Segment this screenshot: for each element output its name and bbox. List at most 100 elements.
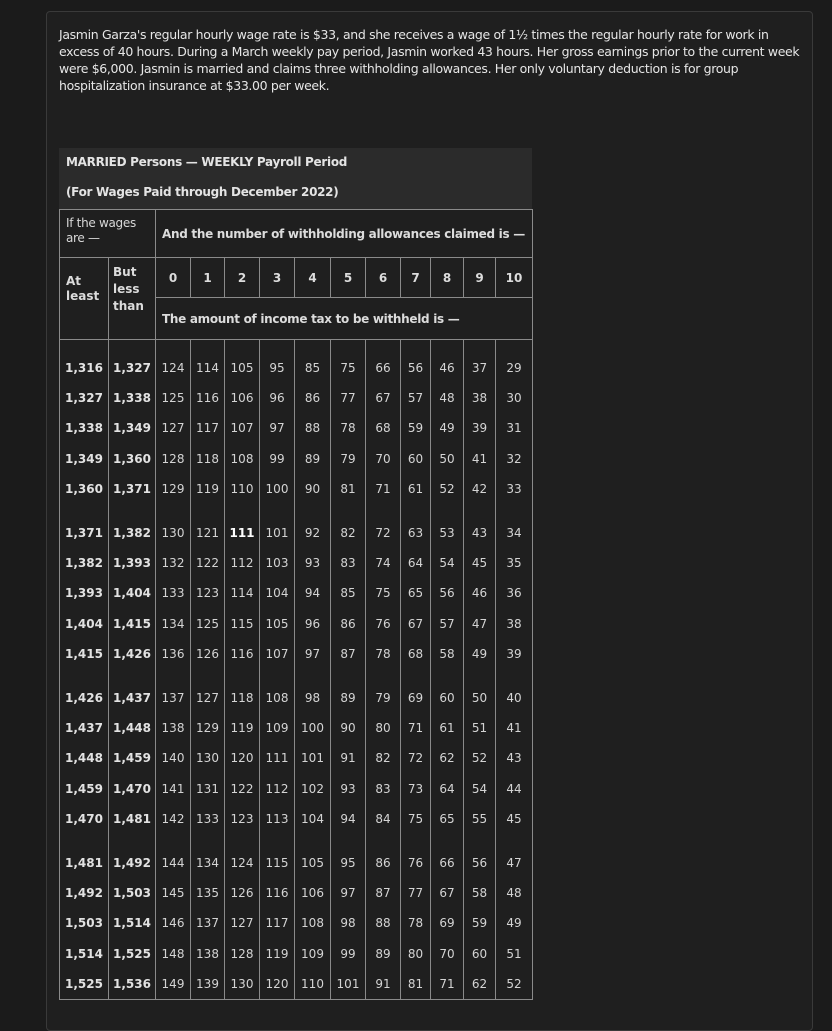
table-row: 1,316 1,327 124 114 105 95 85 75 66 56 46 37 29 — [59, 352, 534, 383]
spacer-cell — [224, 834, 260, 848]
tax-amount-cell: 106 — [294, 877, 331, 909]
spacer-cell — [400, 339, 431, 353]
tax-amount-cell: 82 — [365, 743, 401, 774]
table-row: 1,327 1,338 125 116 106 96 86 77 67 57 48 38 30 — [59, 382, 534, 414]
tax-amount-cell: 83 — [365, 773, 401, 804]
at-least-cell: 1,338 — [59, 413, 109, 444]
tax-amount-cell: 31 — [494, 413, 534, 444]
tax-amount-cell: 88 — [365, 908, 401, 939]
tax-amount-cell: 49 — [494, 908, 534, 939]
tax-amount-cell: 40 — [494, 682, 534, 713]
tax-amount-cell: 62 — [430, 743, 464, 774]
table-row: 1,492 1,503 145 135 126 116 106 97 87 77 67 58 48 — [59, 877, 534, 909]
tax-amount-cell: 52 — [463, 743, 496, 774]
tax-amount-cell: 46 — [463, 578, 496, 609]
spacer-cell — [430, 834, 464, 848]
allowance-number: 9 — [463, 257, 496, 298]
tax-amount-cell: 101 — [294, 743, 331, 774]
tax-amount-cell: 83 — [330, 547, 366, 579]
allowance-number: 3 — [259, 257, 295, 298]
tax-amount-cell: 128 — [155, 443, 191, 475]
group-spacer — [59, 834, 534, 848]
tax-amount-cell: 71 — [430, 968, 464, 1000]
tax-amount-cell: 131 — [190, 773, 225, 804]
tax-amount-cell: 51 — [463, 712, 496, 744]
tax-amount-cell: 89 — [294, 443, 331, 475]
tax-amount-cell: 45 — [463, 547, 496, 579]
tax-amount-cell: 104 — [259, 578, 295, 609]
tax-amount-cell: 105 — [224, 352, 260, 383]
spacer-cell — [463, 669, 496, 683]
tax-amount-cell: 72 — [365, 517, 401, 548]
but-less-than-cell: 1,349 — [108, 413, 156, 444]
tax-amount-cell: 121 — [190, 517, 225, 548]
tax-amount-cell: 70 — [365, 443, 401, 475]
tax-amount-cell: 124 — [155, 352, 191, 383]
tax-amount-cell: 86 — [365, 847, 401, 878]
tax-amount-cell: 95 — [330, 847, 366, 878]
tax-amount-cell: 98 — [294, 682, 331, 713]
tax-amount-cell: 142 — [155, 803, 191, 835]
tax-amount-cell: 44 — [494, 773, 534, 804]
group-spacer — [59, 339, 534, 353]
at-least-cell: 1,459 — [59, 773, 109, 804]
at-least-cell: 1,349 — [59, 443, 109, 475]
tax-amount-cell: 43 — [463, 517, 496, 548]
at-least-cell: 1,437 — [59, 712, 109, 744]
but-less-than-cell: 1,393 — [108, 547, 156, 579]
table-row: 1,404 1,415 134 125 115 105 96 86 76 67 57 47 38 — [59, 608, 534, 640]
table-row: 1,514 1,525 148 138 128 119 109 99 89 80 70 60 51 — [59, 938, 534, 969]
tax-amount-cell: 72 — [400, 743, 431, 774]
tax-amount-cell: 32 — [494, 443, 534, 475]
tax-amount-cell: 35 — [494, 547, 534, 579]
tax-amount-cell: 71 — [400, 712, 431, 744]
tax-amount-cell: 108 — [294, 908, 331, 939]
but-less-than-cell: 1,470 — [108, 773, 156, 804]
tax-amount-cell: 86 — [294, 382, 331, 414]
spacer-cell — [59, 504, 109, 518]
spacer-cell — [494, 504, 534, 518]
spacer-cell — [224, 339, 260, 353]
tax-amount-cell: 67 — [365, 382, 401, 414]
tax-amount-cell: 127 — [190, 682, 225, 713]
table-title: MARRIED Persons — WEEKLY Payroll Period — [66, 155, 348, 169]
tax-amount-cell: 67 — [430, 877, 464, 909]
spacer-cell — [400, 834, 431, 848]
table-row: 1,371 1,382 130 121 111 101 92 82 72 63 53 43 34 — [59, 517, 534, 548]
tax-amount-cell: 56 — [400, 352, 431, 383]
tax-amount-cell: 68 — [365, 413, 401, 444]
tax-amount-cell: 41 — [463, 443, 496, 475]
tax-amount-cell: 61 — [430, 712, 464, 744]
tax-amount-cell: 74 — [365, 547, 401, 579]
tax-amount-cell: 45 — [494, 803, 534, 835]
at-least-cell: 1,404 — [59, 608, 109, 640]
allowance-number: 5 — [330, 257, 366, 298]
spacer-cell — [330, 339, 366, 353]
tax-amount-cell: 66 — [365, 352, 401, 383]
tax-amount-cell: 87 — [365, 877, 401, 909]
spacer-cell — [294, 339, 331, 353]
spacer-cell — [59, 669, 109, 683]
withholding-table-container: MARRIED Persons — WEEKLY Payroll Period … — [59, 148, 534, 1000]
spacer-cell — [259, 834, 295, 848]
amount-withheld-header: The amount of income tax to be withheld … — [154, 297, 534, 340]
tax-amount-cell: 129 — [190, 712, 225, 744]
spacer-cell — [430, 669, 464, 683]
table-row: 1,349 1,360 128 118 108 99 89 79 70 60 50 41 32 — [59, 443, 534, 475]
tax-amount-cell: 70 — [430, 938, 464, 969]
tax-amount-cell: 69 — [400, 682, 431, 713]
tax-amount-cell: 49 — [430, 413, 464, 444]
spacer-cell — [365, 669, 401, 683]
but-less-than-cell: 1,437 — [108, 682, 156, 713]
at-least-cell: 1,525 — [59, 968, 109, 1000]
tax-amount-cell: 124 — [224, 847, 260, 878]
tax-amount-cell: 78 — [330, 413, 366, 444]
table-row: 1,470 1,481 142 133 123 113 104 94 84 75 65 55 45 — [59, 803, 534, 835]
tax-amount-cell: 134 — [155, 608, 191, 640]
tax-amount-cell: 107 — [224, 413, 260, 444]
tax-amount-cell: 125 — [155, 382, 191, 414]
tax-amount-cell: 115 — [259, 847, 295, 878]
tax-amount-cell: 148 — [155, 938, 191, 969]
tax-amount-cell: 42 — [463, 474, 496, 505]
table-caption: MARRIED Persons — WEEKLY Payroll Period … — [59, 148, 532, 209]
